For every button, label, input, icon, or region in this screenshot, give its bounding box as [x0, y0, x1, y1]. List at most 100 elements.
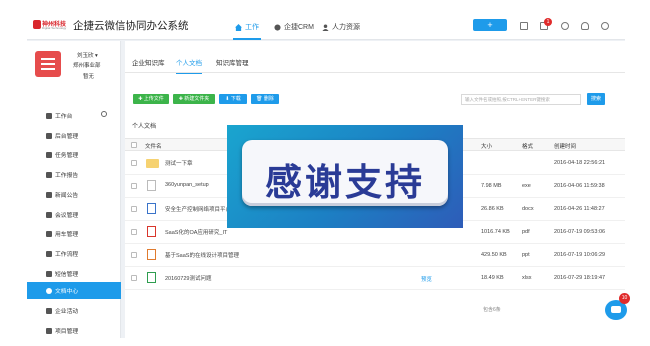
chat-badge: 10 [619, 293, 630, 304]
file-format: xlsx [522, 275, 532, 281]
sidebar-item-documents[interactable]: 文档中心 [27, 282, 121, 299]
ppt-file-icon [147, 249, 156, 260]
col-format[interactable]: 格式 [522, 142, 533, 150]
nav-tab-crm[interactable]: 企捷CRM [274, 20, 314, 34]
sidebar-item-label: 新闻公告 [55, 193, 79, 199]
file-format: pdf [522, 229, 530, 235]
sidebar-item-workflow[interactable]: 工作流程 [27, 245, 121, 262]
sidebar-item-tasks[interactable]: 任务管理 [27, 146, 121, 163]
project-icon [46, 327, 52, 334]
apps-grid-icon[interactable] [520, 22, 528, 30]
flag-icon [46, 307, 52, 314]
sidebar-item-sms[interactable]: 短信管理 [27, 265, 121, 282]
sidebar-item-meetings[interactable]: 会议管理 [27, 206, 121, 223]
report-icon [46, 171, 52, 178]
tab-kb-management[interactable]: 知识库管理 [216, 57, 249, 67]
user-name-dropdown[interactable]: 刘玉欣 ▾ [77, 51, 98, 59]
upload-button[interactable]: ✚ 上传文件 [133, 94, 169, 104]
search-button[interactable]: 搜索 [587, 93, 605, 105]
crm-icon [274, 23, 281, 31]
user-dept: 郑州事业部 [73, 63, 101, 69]
logo-mark-icon [33, 20, 41, 29]
file-name[interactable]: SaaS化的OA应用研究_IT [165, 228, 227, 236]
sidebar-item-label: 文档中心 [55, 289, 79, 295]
docx-file-icon [147, 203, 156, 214]
file-size: 26.86 KB [481, 206, 504, 212]
sidebar-item-vehicles[interactable]: 用车管理 [27, 225, 121, 242]
xlsx-file-icon [147, 272, 156, 283]
sidebar-item-events[interactable]: 企业活动 [27, 302, 121, 319]
folder-icon [146, 159, 159, 168]
tab-enterprise-kb[interactable]: 企业知识库 [132, 57, 165, 67]
sidebar-item-news[interactable]: 新闻公告 [27, 186, 121, 203]
col-size[interactable]: 大小 [481, 142, 492, 150]
delete-button[interactable]: 🗑 删除 [251, 94, 279, 104]
search-input[interactable]: 输入文件名或拍照,按CTRL+ENTER键搜索 [461, 94, 581, 105]
sidebar-item-label: 工作流程 [55, 252, 79, 258]
file-format: docx [522, 206, 534, 212]
sidebar-item-projects[interactable]: 项目管理 [27, 322, 121, 338]
row-checkbox[interactable] [131, 206, 137, 212]
file-name[interactable]: 基于SaaS的在线设计项目管理 [165, 251, 239, 259]
row-checkbox[interactable] [131, 252, 137, 258]
tab-personal-docs[interactable]: 个人文档 [176, 57, 202, 74]
create-new-button[interactable]: + [473, 19, 507, 31]
refresh-icon[interactable] [561, 22, 569, 30]
exe-file-icon [147, 180, 156, 191]
task-icon [46, 151, 52, 158]
row-checkbox[interactable] [131, 183, 137, 189]
file-size: 7.98 MB [481, 183, 502, 189]
created-time: 2016-07-29 18:19:47 [554, 275, 606, 281]
row-checkbox[interactable] [131, 229, 137, 235]
gear-icon[interactable] [101, 111, 107, 117]
col-created[interactable]: 创建时间 [554, 142, 576, 150]
new-folder-button[interactable]: ✚ 新建文件夹 [173, 94, 215, 104]
file-name[interactable]: 360yunpan_setup [165, 182, 209, 188]
file-name[interactable]: 测试一下章 [165, 159, 193, 167]
company-logo[interactable]: 神州科技 Digital Technology [33, 19, 66, 31]
power-icon[interactable] [601, 22, 609, 30]
created-time: 2016-04-18 22:56:21 [554, 160, 606, 166]
nav-tab-label: 企捷CRM [284, 24, 314, 31]
desk-icon [46, 112, 52, 119]
avatar[interactable] [35, 51, 61, 77]
overlay-text: 感谢支持 [265, 161, 425, 204]
nav-tab-label: 人力资源 [332, 24, 360, 31]
created-time: 2016-04-06 11:59:38 [554, 183, 605, 189]
user-role: 暂无 [83, 74, 95, 80]
download-button[interactable]: ⬇ 下载 [219, 94, 247, 104]
sidebar-item-label: 企业活动 [55, 309, 79, 315]
file-format: exe [522, 183, 531, 189]
col-name[interactable]: 文件名 [145, 142, 162, 150]
wrench-icon [46, 132, 52, 139]
sidebar-item-label: 后台管理 [55, 134, 79, 140]
created-time: 2016-07-19 09:53:06 [554, 229, 606, 235]
file-size: 429.50 KB [481, 252, 507, 258]
file-name[interactable]: 20160729测试问题 [165, 274, 211, 282]
envelope-icon [46, 270, 52, 277]
bulb-icon[interactable] [581, 22, 589, 30]
sidebar: 刘玉欣 ▾ 郑州事业部 暂无 工作台 后台管理 任务管理 工作报告 新闻公告 会… [27, 41, 121, 338]
nav-tab-work[interactable]: 工作 [233, 20, 261, 40]
section-title: 个人文档 [132, 124, 157, 130]
select-all-checkbox[interactable] [131, 142, 137, 148]
flow-icon [46, 250, 52, 257]
nav-tab-hr[interactable]: 人力资源 [322, 20, 360, 34]
sidebar-item-label: 用车管理 [55, 232, 79, 238]
row-checkbox[interactable] [131, 160, 137, 166]
sidebar-item-label: 工作报告 [55, 173, 79, 179]
preview-link[interactable]: 预览 [421, 275, 432, 283]
logo-text-en: Digital Technology [42, 26, 67, 30]
file-name[interactable]: 安全生产控制网络项目平台 [165, 205, 231, 213]
circle-icon [46, 287, 52, 294]
table-row[interactable]: 基于SaaS的在线设计项目管理 429.50 KB ppt 2016-07-19… [125, 244, 625, 267]
sidebar-item-admin[interactable]: 后台管理 [27, 127, 121, 144]
sidebar-item-label: 任务管理 [55, 153, 79, 159]
sidebar-item-workbench[interactable]: 工作台 [27, 107, 121, 124]
row-checkbox[interactable] [131, 275, 137, 281]
table-row[interactable]: 20160729测试问题 预览 18.49 KB xlsx 2016-07-29… [125, 267, 625, 290]
sidebar-item-reports[interactable]: 工作报告 [27, 166, 121, 183]
nav-tab-label: 工作 [245, 24, 259, 31]
app-title: 企捷云微信协同办公系统 [73, 20, 189, 32]
notification-badge: 1 [544, 18, 552, 26]
